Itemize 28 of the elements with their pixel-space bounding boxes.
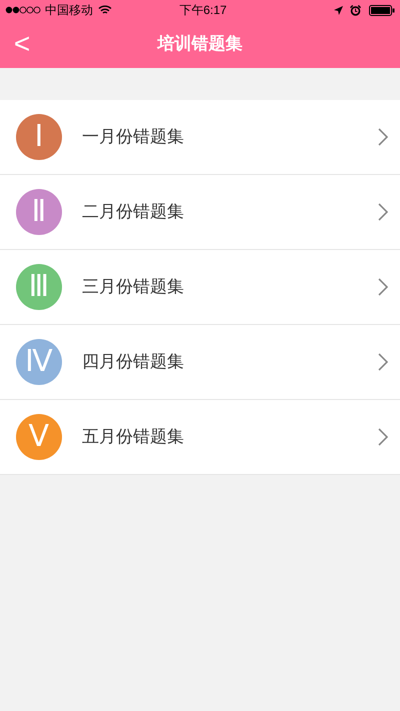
list-item[interactable]: Ⅲ 三月份错题集 <box>0 250 400 325</box>
battery-icon <box>369 4 395 16</box>
list-item[interactable]: Ⅳ 四月份错题集 <box>0 325 400 400</box>
list-item[interactable]: Ⅴ 五月份错题集 <box>0 400 400 475</box>
alarm-clock-icon <box>350 4 361 16</box>
location-icon <box>334 6 343 14</box>
carrier-name: 中国移动 <box>45 2 93 19</box>
numeral-badge: Ⅲ <box>16 264 62 310</box>
wifi-icon <box>98 5 112 15</box>
item-label: 五月份错题集 <box>82 426 185 448</box>
list-item[interactable]: Ⅱ 二月份错题集 <box>0 175 400 250</box>
chevron-right-icon <box>378 128 388 146</box>
page-title: 培训错题集 <box>158 33 242 56</box>
numeral-badge: Ⅳ <box>16 339 62 385</box>
chevron-right-icon <box>378 203 388 221</box>
item-label: 三月份错题集 <box>82 276 185 298</box>
numeral-badge: Ⅰ <box>16 114 62 160</box>
chevron-right-icon <box>378 278 388 296</box>
item-label: 二月份错题集 <box>82 201 185 224</box>
item-label: 四月份错题集 <box>82 351 185 374</box>
status-time: 下午6:17 <box>179 2 227 19</box>
chevron-right-icon <box>378 428 388 446</box>
numeral-badge: Ⅴ <box>16 414 62 460</box>
list-item[interactable]: Ⅰ 一月份错题集 <box>0 100 400 175</box>
numeral-badge: Ⅱ <box>16 189 62 235</box>
signal-icon <box>5 6 41 14</box>
item-label: 一月份错题集 <box>82 126 185 148</box>
chevron-right-icon <box>378 353 388 371</box>
